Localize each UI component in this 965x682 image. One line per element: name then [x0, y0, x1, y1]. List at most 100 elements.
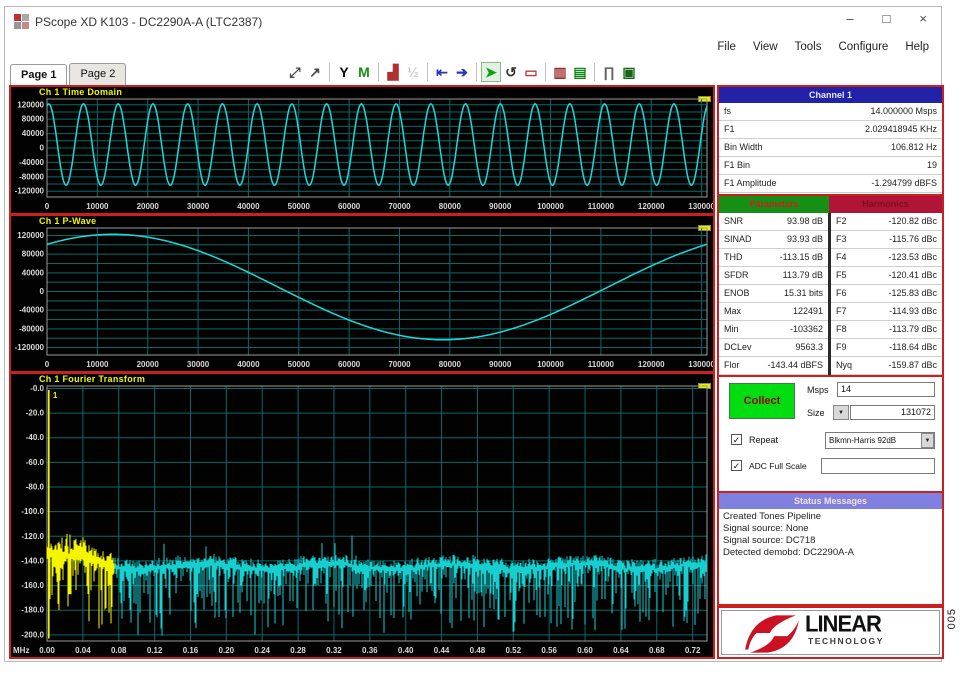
decimation-icon[interactable]: ½: [403, 62, 423, 82]
table-row: Nyq -159.87 dBc: [831, 357, 942, 375]
selection-icon[interactable]: ▭: [521, 62, 541, 82]
svg-text:130000: 130000: [688, 202, 713, 211]
svg-text:40000: 40000: [22, 129, 45, 138]
table-row: fs 14.000000 Msps: [719, 103, 942, 121]
svg-text:-120.0: -120.0: [21, 532, 44, 541]
toolbar-separator: [545, 63, 546, 81]
window-function-icon[interactable]: M: [354, 62, 374, 82]
tools-icon[interactable]: ➤: [481, 62, 501, 82]
status-line: Signal source: DC718: [723, 535, 816, 546]
charts-area: Ch 1 Time Domain 120000 80000 40000 0 -40000…: [9, 85, 715, 659]
row-value: -103362: [789, 324, 823, 334]
svg-text:-80000: -80000: [19, 172, 44, 181]
channel-header: Channel 1: [719, 87, 942, 103]
row-value: -115.76 dBc: [889, 234, 937, 244]
zoom-arrow-icon[interactable]: ↗: [305, 62, 325, 82]
svg-text:120000: 120000: [638, 360, 665, 369]
adc-full-scale-checkbox[interactable]: ✓: [731, 460, 742, 471]
table-row: THD -113.15 dB: [719, 249, 828, 267]
table-row: F1 2.029418945 KHz: [719, 121, 942, 139]
chart-canvas[interactable]: 1 -0.0 -20.0 -40.0 -60.0 -80.0 -100.0 -120.0 -14…: [11, 374, 713, 657]
toolbar-separator: [476, 63, 477, 81]
menu-help[interactable]: Help: [905, 41, 929, 53]
export-image-icon[interactable]: ▣: [619, 62, 639, 82]
chart-canvas[interactable]: 12000080000400000-40000-80000-1200000 100…: [11, 87, 713, 213]
svg-text:0.12: 0.12: [147, 646, 163, 655]
svg-text:40000: 40000: [22, 268, 45, 277]
svg-text:0.56: 0.56: [541, 646, 557, 655]
svg-text:80000: 80000: [22, 115, 45, 124]
svg-text:0.72: 0.72: [685, 646, 701, 655]
fft-window-select[interactable]: Blkmn-Harris 92dB: [825, 432, 935, 449]
svg-text:20000: 20000: [137, 202, 160, 211]
continuous-collect-icon[interactable]: ➔: [452, 62, 472, 82]
row-value: 93.98 dB: [786, 216, 823, 226]
histogram-red-icon[interactable]: ▥: [550, 62, 570, 82]
linear-technology-logo-icon: [745, 615, 799, 653]
row-label: F5: [836, 270, 847, 280]
svg-text:0.44: 0.44: [434, 646, 450, 655]
toolbar: ⤢ ↗ Y M ▟ ½ ⇤ ➔ ➤ ↺ ▭ ▥ ▤ ∏ ▣: [285, 60, 639, 84]
pulse-icon[interactable]: ∏: [599, 62, 619, 82]
svg-text:60000: 60000: [338, 202, 361, 211]
svg-text:40000: 40000: [237, 360, 260, 369]
fft-chart[interactable]: Ch 1 Fourier Transform 1 -0.0 -20.0 -40.0 -6…: [11, 374, 713, 657]
svg-text:-0.0: -0.0: [30, 384, 44, 393]
close-button[interactable]: ×: [919, 11, 927, 26]
fft-window-dropdown-button[interactable]: ▼: [921, 433, 934, 448]
menu-tools[interactable]: Tools: [795, 41, 822, 53]
menu-view[interactable]: View: [753, 41, 778, 53]
status-line: Created Tones Pipeline: [723, 511, 822, 522]
adc-full-scale-input[interactable]: [821, 458, 935, 474]
repeat-checkbox[interactable]: ✓: [731, 434, 742, 445]
page: PScope XD K103 - DC2290A-A (LTC2387) – □…: [0, 0, 965, 682]
maximize-button[interactable]: □: [883, 11, 891, 26]
svg-text:-80.0: -80.0: [26, 483, 45, 492]
row-value: -123.53 dBc: [888, 252, 937, 262]
time-domain-chart[interactable]: Ch 1 Time Domain 120000 80000 40000 0 -40000…: [11, 87, 713, 213]
svg-text:90000: 90000: [489, 202, 512, 211]
svg-text:60000: 60000: [338, 360, 361, 369]
collect-button[interactable]: Collect: [729, 383, 795, 419]
svg-text:90000: 90000: [489, 360, 512, 369]
size-value[interactable]: 131072: [850, 405, 935, 420]
svg-text:0: 0: [45, 360, 50, 369]
svg-text:0.28: 0.28: [290, 646, 306, 655]
logo-brand-top: LINEAR: [805, 610, 882, 637]
row-value: -113.79 dBc: [889, 324, 937, 334]
msps-input[interactable]: 14: [837, 382, 935, 397]
chart-canvas[interactable]: 12000080000400000-40000-80000-1200000 100…: [11, 216, 713, 371]
svg-text:0.64: 0.64: [613, 646, 629, 655]
row-label: Min: [724, 324, 739, 334]
reset-icon[interactable]: ↺: [501, 62, 521, 82]
app-window: PScope XD K103 - DC2290A-A (LTC2387) – □…: [4, 6, 944, 662]
menu-configure[interactable]: Configure: [838, 41, 888, 53]
menu-file[interactable]: File: [717, 41, 736, 53]
filter-icon[interactable]: Y: [334, 62, 354, 82]
tab-bar: Page 1 Page 2: [10, 59, 128, 86]
svg-text:0.60: 0.60: [577, 646, 593, 655]
svg-text:120000: 120000: [17, 100, 44, 109]
row-value: 19: [926, 160, 937, 170]
minimize-button[interactable]: –: [846, 11, 853, 26]
p-wave-chart[interactable]: Ch 1 P-Wave 120000 80000 40000 0 -40000 -8000…: [11, 216, 713, 371]
table-row: SNR 93.98 dB: [719, 213, 828, 231]
size-dropdown-button[interactable]: ▼: [833, 405, 849, 420]
svg-text:-60.0: -60.0: [26, 458, 45, 467]
histogram-icon[interactable]: ▟: [383, 62, 403, 82]
svg-text:40000: 40000: [237, 202, 260, 211]
pan-zoom-icon[interactable]: ⤢: [285, 62, 305, 82]
row-label: F1 Amplitude: [724, 178, 777, 188]
tab-page-1[interactable]: Page 1: [10, 64, 68, 86]
table-row: F3 -115.76 dBc: [831, 231, 942, 249]
svg-text:10000: 10000: [86, 360, 109, 369]
row-value: -120.82 dBc: [888, 216, 937, 226]
svg-text:0.24: 0.24: [254, 646, 270, 655]
collapse-time-icon[interactable]: ⇤: [432, 62, 452, 82]
row-label: F8: [836, 324, 847, 334]
svg-text:130000: 130000: [688, 360, 713, 369]
status-line: Detected demobd: DC2290A-A: [723, 547, 854, 558]
tab-page-2[interactable]: Page 2: [69, 63, 127, 85]
svg-text:0.04: 0.04: [75, 646, 91, 655]
histogram-green-icon[interactable]: ▤: [570, 62, 590, 82]
